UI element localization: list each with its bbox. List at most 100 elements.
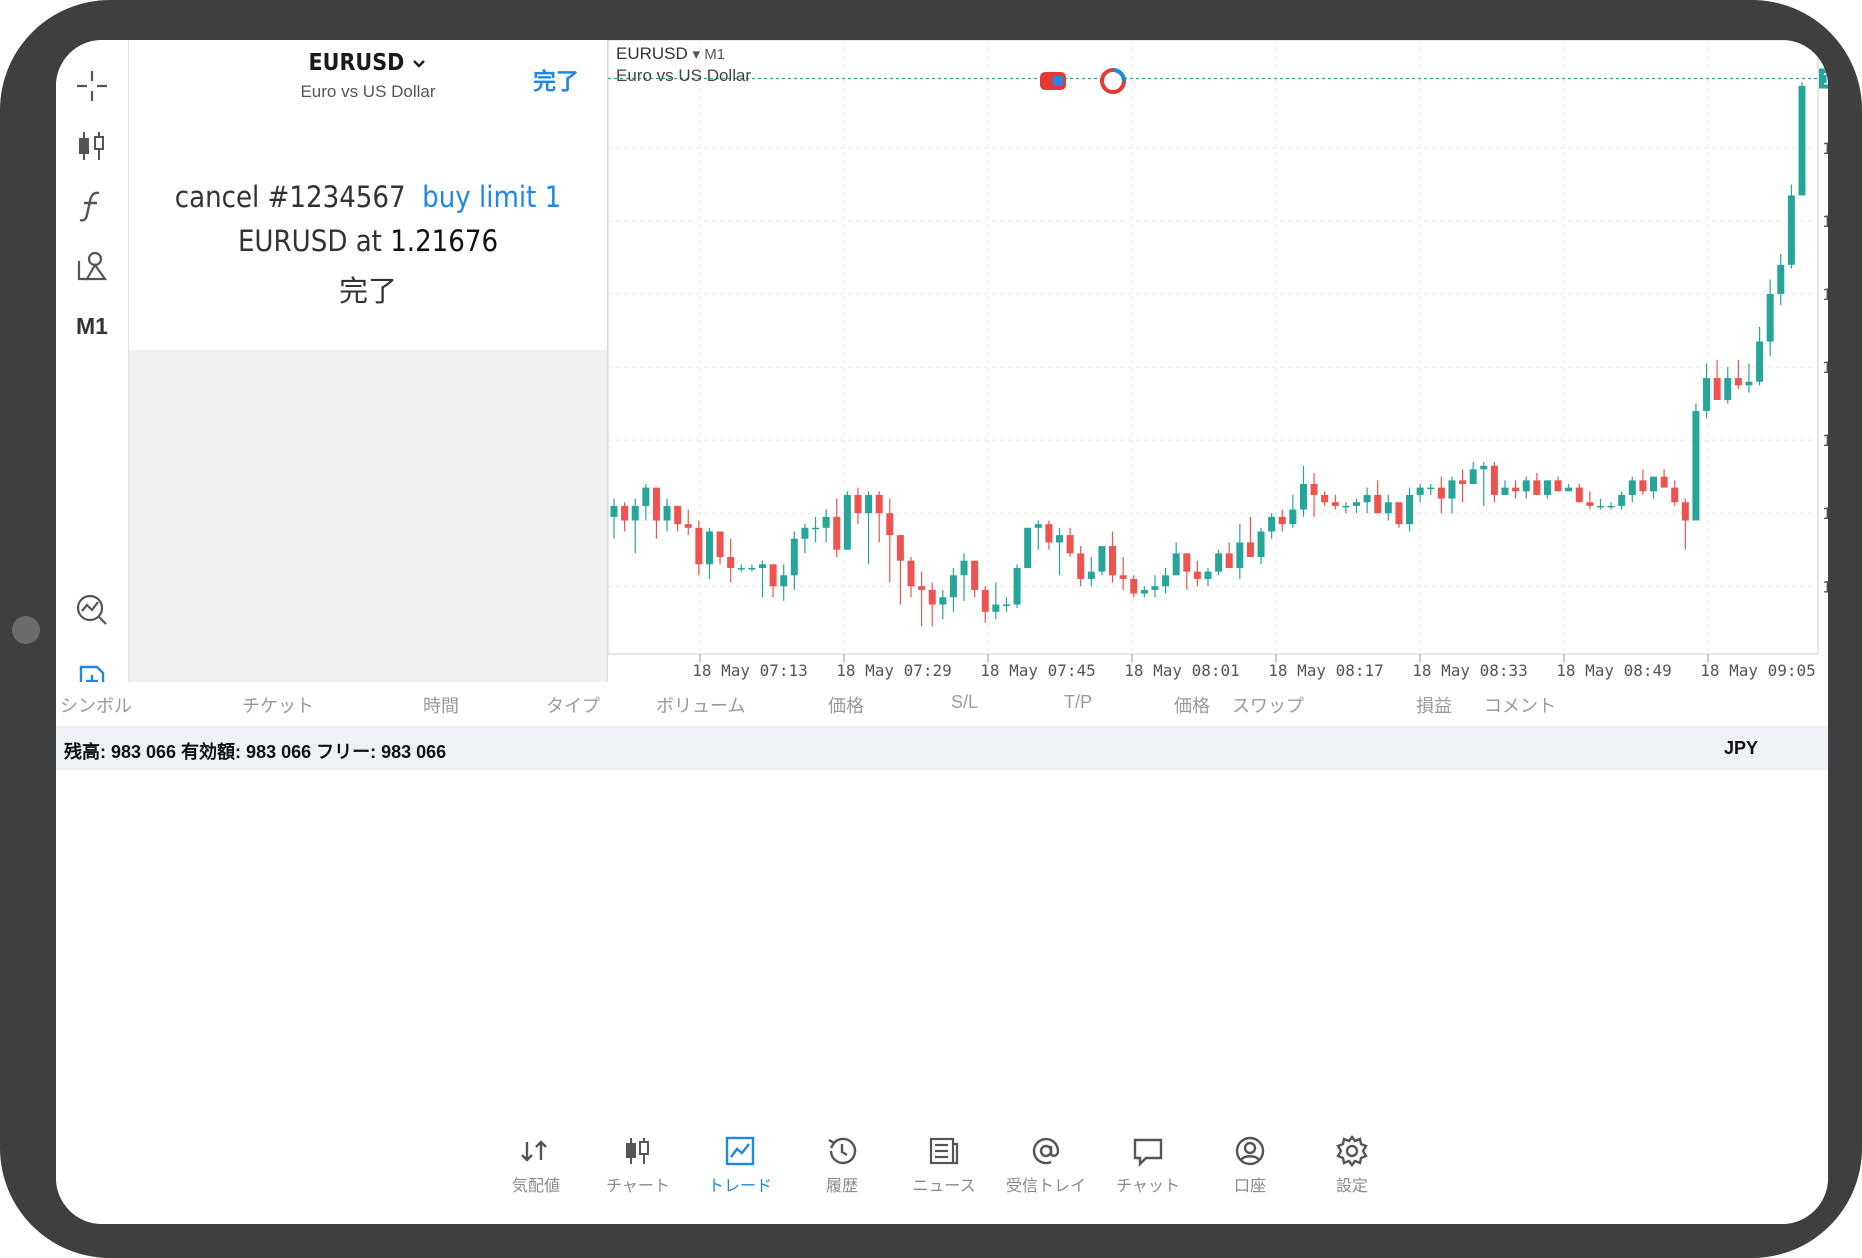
nav-label: 受信トレイ xyxy=(1005,1178,1086,1195)
column-header[interactable]: ボリューム xyxy=(656,692,745,718)
candle-body xyxy=(1607,505,1615,508)
candle-body xyxy=(1374,494,1382,514)
column-header[interactable]: スワップ xyxy=(1232,692,1304,718)
column-header[interactable]: シンボル xyxy=(60,692,132,718)
column-header[interactable]: チケット xyxy=(242,692,314,718)
candle-body xyxy=(1756,341,1764,382)
nav-label: 気配値 xyxy=(511,1178,560,1195)
candle-body xyxy=(684,524,692,528)
candle-body xyxy=(981,589,989,612)
candle-body xyxy=(854,494,862,514)
candle-body xyxy=(1289,509,1297,525)
trade-panel: EURUSD Euro vs US Dollar 完了 cancel #1234… xyxy=(129,40,608,682)
trade-result: EURUSD Euro vs US Dollar 完了 cancel #1234… xyxy=(129,40,607,350)
x-tick-label: 18 May 08:33 xyxy=(1412,661,1528,680)
x-tick-label: 18 May 07:29 xyxy=(836,661,952,680)
candle-body xyxy=(1437,487,1445,499)
candle-body xyxy=(1056,535,1063,543)
candle-body xyxy=(1533,480,1541,495)
candle-body xyxy=(1002,604,1010,607)
candle-body xyxy=(1034,524,1042,528)
candlestick-icon[interactable] xyxy=(66,124,118,168)
nav-item[interactable]: チャート xyxy=(588,1134,688,1218)
nav-item[interactable]: チャット xyxy=(1098,1134,1198,1218)
done-button[interactable]: 完了 xyxy=(533,62,579,96)
candle-body xyxy=(1406,494,1414,525)
column-header[interactable]: 価格 xyxy=(828,692,864,718)
chart-toolbar: M1 xyxy=(56,40,129,695)
chat-icon xyxy=(1133,1138,1163,1167)
candle-body xyxy=(1353,502,1360,506)
candle-body xyxy=(1650,476,1657,492)
candle-body xyxy=(918,586,926,590)
candle-body xyxy=(1045,524,1053,543)
candle-body xyxy=(1639,480,1647,492)
column-header[interactable]: 時間 xyxy=(423,692,459,718)
nav-item[interactable]: 口座 xyxy=(1200,1134,1300,1218)
nav-item[interactable]: 受信トレイ xyxy=(996,1134,1096,1218)
nav-item[interactable]: ニュース xyxy=(894,1134,994,1218)
candle-body xyxy=(621,505,629,521)
candle-body xyxy=(1172,553,1180,576)
candle-body xyxy=(843,494,851,550)
timeframe-button[interactable]: M1 xyxy=(66,304,118,348)
candle-body xyxy=(1013,567,1021,605)
y-tick-label: 1.21720 xyxy=(1822,285,1828,304)
candle-body xyxy=(737,567,745,570)
objects-icon[interactable] xyxy=(66,244,118,288)
candle-body xyxy=(1130,578,1138,594)
candle-body xyxy=(1427,487,1435,490)
candle-body xyxy=(928,589,936,605)
nav-item[interactable]: トレード xyxy=(690,1134,790,1218)
candle-body xyxy=(1140,589,1148,594)
candle-body xyxy=(1384,502,1392,514)
candle-body xyxy=(780,575,788,587)
function-icon[interactable] xyxy=(66,184,118,228)
candle-body xyxy=(663,505,671,521)
order-price-text: 1.21676 xyxy=(390,224,499,258)
candle-body xyxy=(769,564,777,587)
candle-body xyxy=(1098,546,1106,572)
account-icon xyxy=(1235,1136,1265,1166)
candle-body xyxy=(1193,571,1201,579)
camera-dot xyxy=(12,616,40,644)
candle-body xyxy=(1363,494,1371,503)
column-header[interactable]: S/L xyxy=(951,692,978,713)
column-header[interactable]: 価格 xyxy=(1174,692,1210,718)
chevron-down-icon xyxy=(411,50,427,76)
column-header[interactable]: コメント xyxy=(1484,692,1556,718)
nav-item[interactable]: 気配値 xyxy=(486,1134,586,1218)
candle-body xyxy=(1109,546,1117,576)
candle-body xyxy=(1734,378,1742,386)
candle-body xyxy=(971,560,979,590)
candle-body xyxy=(822,516,830,528)
crosshair-icon[interactable] xyxy=(66,64,118,108)
candle-body xyxy=(1586,502,1594,506)
candle-body xyxy=(1299,483,1307,510)
candle-body xyxy=(1703,378,1711,411)
candle-body xyxy=(960,560,968,576)
column-header[interactable]: T/P xyxy=(1064,692,1092,713)
candle-body xyxy=(748,567,756,570)
chart-icon xyxy=(626,1138,649,1164)
candle-body xyxy=(1713,378,1721,400)
candle-body xyxy=(939,597,947,605)
nav-item[interactable]: 履歴 xyxy=(792,1134,892,1218)
nav-item[interactable]: 設定 xyxy=(1302,1134,1402,1218)
candle-body xyxy=(1501,487,1509,495)
candle-body xyxy=(801,527,809,539)
candle-body xyxy=(1628,480,1636,495)
symbol-at-text: EURUSD at xyxy=(237,224,382,258)
mailbox-icon xyxy=(1032,1137,1060,1165)
column-header[interactable]: 損益 xyxy=(1416,692,1452,718)
column-header[interactable]: タイプ xyxy=(546,692,600,718)
candle-body xyxy=(1777,264,1785,295)
candle-body xyxy=(695,527,703,565)
candle-body xyxy=(1119,575,1127,579)
history-icon xyxy=(828,1137,857,1165)
x-tick-label: 18 May 09:05 xyxy=(1700,661,1816,680)
price-chart[interactable]: 18 May 07:13 18 May 07:29 18 May 07:45 18 M… xyxy=(608,40,1828,682)
indicator-chart-icon[interactable] xyxy=(66,588,118,632)
x-tick-label: 18 May 08:49 xyxy=(1556,661,1672,680)
candle-body xyxy=(1278,516,1286,525)
